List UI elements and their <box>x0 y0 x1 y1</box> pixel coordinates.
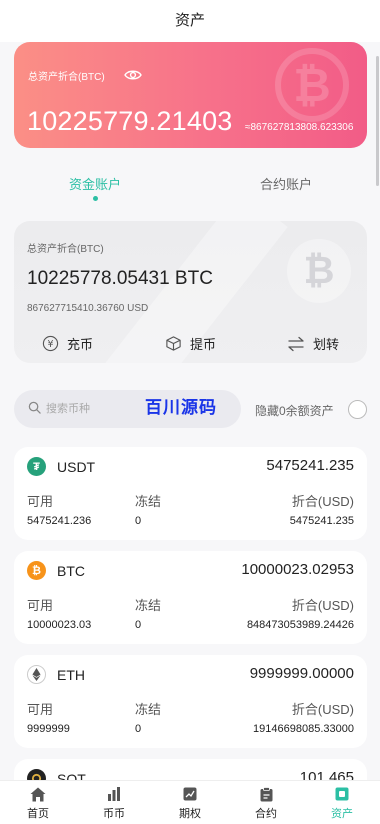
converted-label: 折合(USD) <box>291 494 354 509</box>
tab-home[interactable]: 首页 <box>13 786 63 821</box>
transfer-label: 划转 <box>313 337 340 352</box>
transfer-button[interactable]: 划转 <box>287 334 339 353</box>
asset-card-usdt[interactable]: ₮ USDT 5475241.235 可用 冻结 折合(USD) 5475241… <box>14 447 367 540</box>
available-value: 10000023.03 <box>27 619 92 631</box>
withdraw-label: 提币 <box>190 337 217 352</box>
tab-label: 资产 <box>331 808 353 820</box>
tab-label: 首页 <box>27 808 49 820</box>
frozen-label: 冻结 <box>135 494 162 509</box>
hide-zero-balance-toggle[interactable] <box>348 400 367 419</box>
converted-value: 5475241.235 <box>289 515 354 527</box>
frozen-label: 冻结 <box>135 598 162 613</box>
clipboard-icon <box>258 786 274 802</box>
asset-name: ETH <box>57 667 85 683</box>
account-btc-value: 10225778.05431 BTC <box>27 268 213 289</box>
watermark-text: 百川源码 <box>145 398 217 417</box>
available-label: 可用 <box>27 494 54 509</box>
home-icon <box>30 786 46 802</box>
search-row: 百川源码 隐藏0余额资产 <box>14 390 367 430</box>
bitcoin-watermark-icon: ₿ <box>287 239 351 303</box>
eth-icon <box>27 665 46 684</box>
asset-card-eth[interactable]: ETH 9999999.00000 可用 冻结 折合(USD) 9999999 … <box>14 655 367 748</box>
asset-card-btc[interactable]: ₿ BTC 10000023.02953 可用 冻结 折合(USD) 10000… <box>14 551 367 644</box>
withdraw-button[interactable]: 提币 <box>164 334 216 353</box>
btc-icon: ₿ <box>27 561 46 580</box>
transfer-icon <box>287 335 305 353</box>
converted-value: 848473053989.24426 <box>246 619 354 631</box>
converted-label: 折合(USD) <box>291 598 354 613</box>
tab-contract-account[interactable]: 合约账户 <box>260 174 312 193</box>
asset-total: 10000023.02953 <box>241 561 354 578</box>
tab-funding-account[interactable]: 资金账户 <box>69 174 121 193</box>
search-icon <box>28 401 41 419</box>
frozen-value: 0 <box>135 619 142 631</box>
converted-value: 19146698085.33000 <box>253 723 354 735</box>
frozen-value: 0 <box>135 723 142 735</box>
options-icon <box>182 786 198 802</box>
converted-label: 折合(USD) <box>291 702 354 717</box>
bottom-tab-bar: 首页 币币 期权 合约 资产 <box>0 780 380 824</box>
total-assets-card: ₿ 总资产折合(BTC) 10225779.21403 ≈86762781380… <box>14 42 367 148</box>
bitcoin-watermark-icon: ₿ <box>275 48 349 122</box>
hide-zero-balance-label: 隐藏0余额资产 <box>255 404 334 418</box>
search-box[interactable]: 百川源码 <box>14 390 241 428</box>
bar-chart-icon <box>106 786 122 802</box>
hero-total-value: 10225779.21403 <box>27 106 233 136</box>
active-tab-indicator <box>93 196 98 201</box>
tab-label: 合约 <box>255 808 277 820</box>
frozen-value: 0 <box>135 515 142 527</box>
tab-contract[interactable]: 合约 <box>241 786 291 821</box>
available-value: 5475241.236 <box>27 515 92 527</box>
available-label: 可用 <box>27 702 54 717</box>
asset-total: 9999999.00000 <box>249 665 354 682</box>
deposit-label: 充币 <box>67 337 94 352</box>
frozen-label: 冻结 <box>135 702 162 717</box>
tab-spot[interactable]: 币币 <box>89 786 139 821</box>
page-header: 资产 <box>0 0 380 42</box>
tab-options[interactable]: 期权 <box>165 786 215 821</box>
svg-text:¥: ¥ <box>47 339 53 350</box>
tab-assets[interactable]: 资产 <box>317 786 367 821</box>
page-title: 资产 <box>174 12 205 29</box>
asset-total: 5475241.235 <box>266 457 354 474</box>
usdt-icon: ₮ <box>27 457 46 476</box>
search-input[interactable] <box>46 399 141 419</box>
tab-label: 币币 <box>103 808 125 820</box>
account-tabs: 资金账户 合约账户 <box>0 148 380 210</box>
available-label: 可用 <box>27 598 54 613</box>
eye-icon[interactable] <box>124 68 142 86</box>
account-label: 总资产折合(BTC) <box>27 244 104 255</box>
asset-name: BTC <box>57 563 85 579</box>
deposit-icon: ¥ <box>41 335 59 353</box>
withdraw-icon <box>164 335 182 353</box>
tab-label: 期权 <box>179 808 201 820</box>
wallet-icon <box>334 786 350 802</box>
deposit-button[interactable]: ¥ 充币 <box>41 334 93 353</box>
hero-label: 总资产折合(BTC) <box>28 72 105 83</box>
hero-approx-value: ≈867627813808.623306 <box>245 122 354 133</box>
asset-name: USDT <box>57 459 96 475</box>
available-value: 9999999 <box>27 723 70 735</box>
account-usd-value: 867627715410.36760 USD <box>27 303 149 314</box>
funding-account-card: ₿ 总资产折合(BTC) 10225778.05431 BTC 86762771… <box>14 221 367 363</box>
